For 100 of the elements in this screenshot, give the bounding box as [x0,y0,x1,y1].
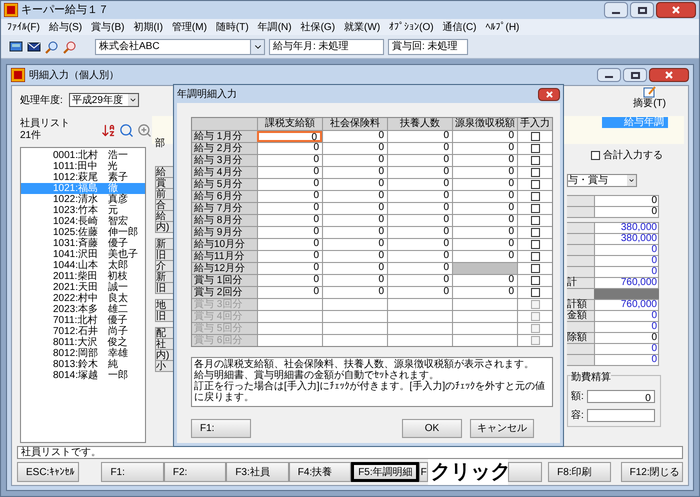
year-dropdown[interactable]: 平成29年度 [68,93,139,107]
table-cell[interactable]: 0 [257,155,322,166]
table-cell[interactable]: 0 [452,191,517,202]
table-cell[interactable]: 0 [452,287,517,298]
table-cell[interactable]: 0 [452,203,517,214]
checkbox[interactable] [530,288,540,297]
checkbox[interactable] [530,192,540,201]
function-key[interactable]: F [418,462,428,482]
table-cell[interactable]: 0 [387,179,452,190]
ok-button[interactable]: OK [402,419,462,438]
table-cell[interactable]: 0 [452,131,517,142]
table-cell[interactable]: 0 [257,287,322,298]
magnifier-icon[interactable] [63,40,77,54]
function-key[interactable]: F2: [164,462,226,482]
table-cell[interactable]: 0 [257,167,322,178]
checkbox[interactable] [530,216,540,225]
table-cell[interactable]: 0 [257,203,322,214]
menu-item[interactable]: 年調(N) [258,20,292,34]
table-cell[interactable]: 0 [452,239,517,250]
function-key[interactable]: F5:年調明細 [351,462,419,482]
checkbox[interactable] [530,168,540,177]
help-button[interactable]: F1: [191,419,251,438]
checkbox[interactable] [530,180,540,189]
menu-item[interactable]: 賞与(B) [91,20,124,34]
checkbox[interactable] [530,144,540,153]
table-cell[interactable]: 0 [387,263,452,274]
zoom-icon[interactable] [137,122,152,138]
table-cell[interactable]: 0 [452,215,517,226]
table-cell[interactable]: 0 [387,275,452,286]
table-cell[interactable]: 0 [257,263,322,274]
menu-item[interactable]: 社保(G) [300,20,336,34]
table-cell[interactable]: 0 [322,239,387,250]
employee-item[interactable]: 1044:山本 太郎 [21,260,145,271]
table-cell[interactable]: 0 [257,227,322,238]
close-button[interactable] [656,2,696,18]
checkbox[interactable] [530,228,540,237]
table-cell[interactable]: 0 [322,227,387,238]
employee-item[interactable]: 0001:北村 浩一 [21,150,145,161]
employee-item[interactable]: 8011:大沢 俊之 [21,337,145,348]
employee-item[interactable]: 1023:竹本 元 [21,205,145,216]
employee-item[interactable]: 1031:斉藤 優子 [21,238,145,249]
table-cell[interactable]: 0 [387,167,452,178]
table-cell[interactable]: 0 [452,227,517,238]
employee-item[interactable]: 1022:清水 真彦 [21,194,145,205]
table-cell[interactable]: 0 [387,203,452,214]
table-cell[interactable]: 0 [387,191,452,202]
function-key[interactable] [508,462,542,482]
checkbox[interactable] [530,252,540,261]
monitor-icon[interactable] [9,40,23,52]
employee-item[interactable]: 1025:佐藤 伸一郎 [21,227,145,238]
table-cell[interactable]: 0 [257,179,322,190]
table-cell[interactable]: 0 [387,215,452,226]
checkbox[interactable] [530,276,540,285]
checkbox[interactable] [530,204,540,213]
function-key[interactable]: F1: [101,462,164,482]
table-cell[interactable]: 0 [452,167,517,178]
menu-item[interactable]: 就業(W) [344,20,380,34]
sort-icon[interactable] [101,122,116,138]
table-cell[interactable]: 0 [387,227,452,238]
table-cell[interactable]: 0 [452,179,517,190]
menu-item[interactable]: ｵﾌﾟｼｮﾝ(O) [389,20,434,34]
table-cell[interactable]: 0 [257,275,322,286]
table-cell[interactable]: 0 [452,275,517,286]
menu-item[interactable]: 随時(T) [216,20,249,34]
table-cell[interactable]: 0 [452,251,517,262]
function-key[interactable]: F12:閉じる [620,462,684,482]
table-cell[interactable]: 0 [322,251,387,262]
employee-item[interactable]: 7012:石井 尚子 [21,326,145,337]
maximize-button[interactable] [630,2,654,18]
table-cell[interactable]: 0 [387,131,452,142]
table-cell[interactable]: 0 [322,263,387,274]
employee-item[interactable]: 2021:天田 誠一 [21,282,145,293]
employee-item[interactable]: 7011:北村 優子 [21,315,145,326]
table-cell[interactable]: 0 [452,143,517,154]
magnifier-icon[interactable] [45,40,59,54]
employee-item[interactable]: 8014:塚越 一郎 [21,370,145,381]
table-cell[interactable]: 0 [452,155,517,166]
menu-item[interactable]: 通信(C) [442,20,476,34]
function-key[interactable]: F8:印刷 [548,462,611,482]
checkbox[interactable] [530,156,540,165]
function-key[interactable]: F4:扶養 [288,462,352,482]
table-cell[interactable]: 0 [322,275,387,286]
function-key[interactable]: F3:社員 [226,462,289,482]
menu-item[interactable]: ﾍﾙﾌﾟ(H) [486,20,520,34]
checkbox[interactable] [530,132,540,141]
company-dropdown[interactable]: 株式会社ABC [95,38,265,54]
menu-item[interactable]: 初期(I) [133,20,163,34]
envelope-icon[interactable] [27,40,41,52]
table-cell[interactable]: 0 [257,239,322,250]
employee-item[interactable]: 8013:鈴木 純 [21,359,145,370]
table-cell[interactable]: 0 [257,143,322,154]
minimize-button[interactable] [604,2,628,18]
summary-button[interactable]: 摘要(T) [633,86,666,109]
minimize-button[interactable] [597,68,621,82]
employee-item[interactable]: 1041:沢田 美也子 [21,249,145,260]
employee-item[interactable]: 2022:村中 良太 [21,293,145,304]
cancel-button[interactable]: キャンセル [470,419,534,438]
search-icon[interactable] [119,122,134,138]
table-cell[interactable]: 0 [322,215,387,226]
content-field[interactable] [586,409,655,422]
